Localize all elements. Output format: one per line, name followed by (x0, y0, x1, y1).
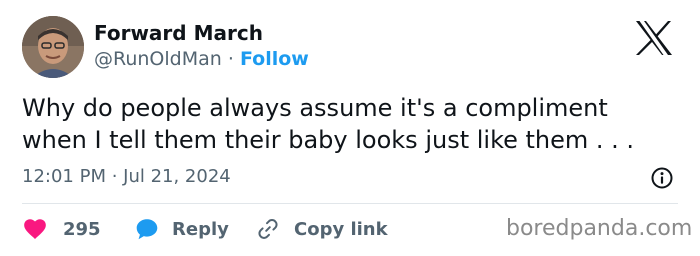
author-name[interactable]: Forward March (94, 21, 263, 45)
speech-bubble-icon (136, 219, 158, 240)
heart-icon (24, 219, 46, 239)
follow-button[interactable]: Follow (240, 48, 309, 70)
like-count: 295 (63, 218, 101, 240)
tweet-text-line: Why do people always assume it's a compl… (22, 94, 608, 122)
tweet-text-line: when I tell them their baby looks just l… (22, 126, 635, 154)
copy-link-button[interactable]: Copy link (256, 214, 388, 244)
tweet-text: Why do people always assume it's a compl… (22, 92, 682, 156)
copy-link-label: Copy link (294, 218, 388, 240)
info-icon[interactable] (650, 166, 674, 190)
separator-dot: · (227, 48, 234, 70)
link-icon (258, 219, 278, 239)
avatar-photo (22, 16, 84, 78)
x-logo-icon[interactable] (634, 20, 674, 56)
author-handle-row: @RunOldMan · Follow (94, 48, 309, 70)
reply-button[interactable]: Reply (134, 214, 229, 244)
divider (22, 203, 678, 204)
author-handle[interactable]: @RunOldMan (94, 48, 222, 70)
source-watermark: boredpanda.com (506, 216, 693, 241)
avatar[interactable] (22, 16, 84, 78)
tweet-timestamp[interactable]: 12:01 PM · Jul 21, 2024 (22, 166, 231, 187)
like-button[interactable]: 295 (22, 214, 101, 244)
reply-label: Reply (172, 218, 229, 240)
